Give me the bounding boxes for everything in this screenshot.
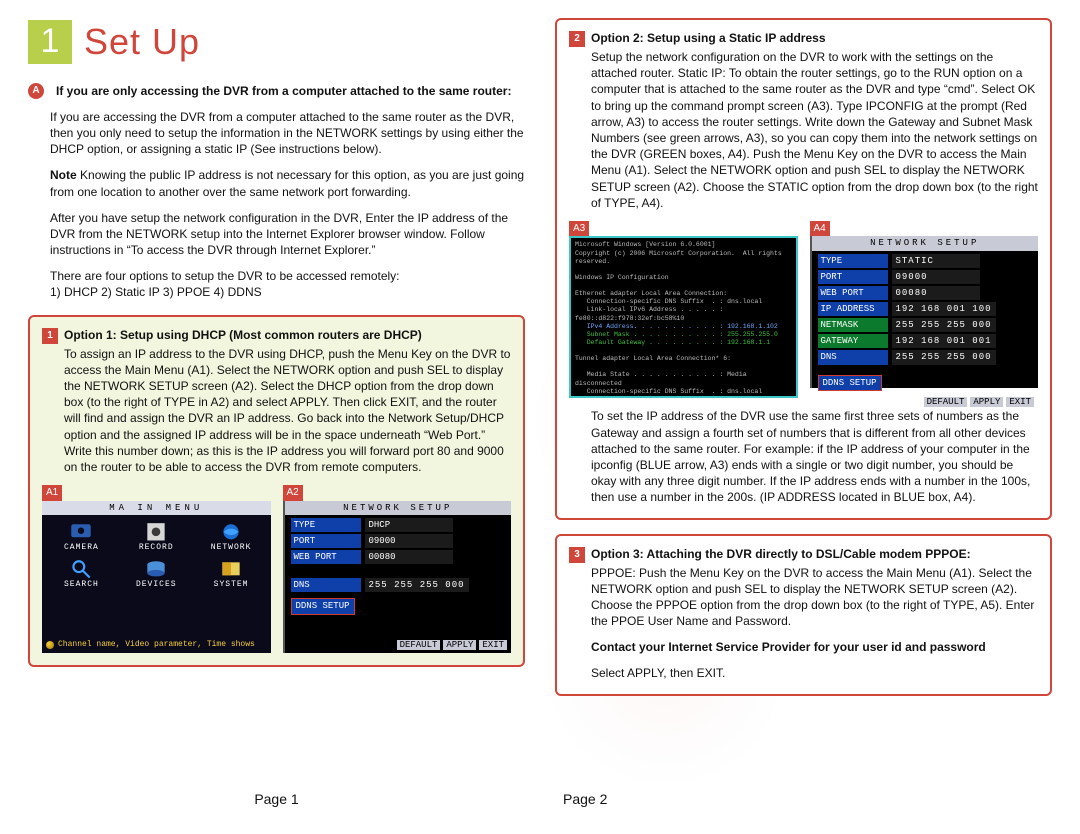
note-label: Note	[50, 168, 77, 182]
cmd-window-mock: Microsoft Windows [Version 6.0.6001] Cop…	[569, 236, 798, 398]
option-2-body: Setup the network configuration on the D…	[591, 49, 1038, 211]
note-text: Knowing the public IP address is not nec…	[50, 168, 524, 198]
page-2: 2 Option 2: Setup using a Static IP addr…	[555, 18, 1052, 809]
ns-value: DHCP	[365, 518, 453, 532]
menu-label: SEARCH	[64, 580, 99, 591]
network-setup-a4-title: NETWORK SETUP	[812, 236, 1039, 250]
ns-value: 09000	[365, 534, 453, 548]
menu-icon	[218, 558, 244, 578]
ns-label: NETMASK	[818, 318, 888, 332]
ns-label: DNS	[818, 350, 888, 364]
option-1-body: To assign an IP address to the DVR using…	[64, 346, 511, 476]
option-3-marker: 3	[569, 547, 585, 563]
page-2-footer: Page 2	[555, 782, 1052, 809]
ns-value: 192 168 001 100	[892, 302, 996, 316]
ns-value: 00080	[365, 550, 453, 564]
section-a-note: Note Knowing the public IP address is no…	[50, 167, 525, 199]
menu-icon	[143, 558, 169, 578]
main-menu-title: MA IN MENU	[42, 501, 271, 515]
menu-label: CAMERA	[64, 543, 99, 554]
menu-icon	[218, 521, 244, 541]
ns-value: 192 168 001 001	[892, 334, 996, 348]
ns-label: IP ADDRESS	[818, 302, 888, 316]
main-menu-item: CAMERA	[46, 521, 117, 554]
chapter-number-box: 1	[28, 20, 72, 64]
page-1-footer: Page 1	[28, 782, 525, 809]
network-setup-title: NETWORK SETUP	[285, 501, 512, 515]
ns-label: TYPE	[291, 518, 361, 532]
ns-value: 00080	[892, 286, 980, 300]
ns-button: DEFAULT	[924, 397, 968, 407]
ns-label: PORT	[291, 534, 361, 548]
option-2-screenshots: A3 Microsoft Windows [Version 6.0.6001] …	[569, 221, 1038, 399]
network-setup-a2: NETWORK SETUP TYPE DHCP PORT 09000 WEB PORT 0…	[283, 501, 512, 653]
dns-value: 255 255 255 000	[365, 578, 469, 592]
ns-value: 09000	[892, 270, 980, 284]
section-a-heading: A If you are only accessing the DVR from…	[28, 83, 525, 99]
dns-label: DNS	[291, 578, 361, 592]
ns-button: APPLY	[443, 640, 476, 650]
option-2-card: 2 Option 2: Setup using a Static IP addr…	[555, 18, 1052, 520]
option-1-screenshots: A1 MA IN MENU CAMERA RECORD NETWORK SEARCH D…	[42, 485, 511, 653]
a4-tag: A4	[810, 221, 830, 237]
section-a-paragraph-1: If you are accessing the DVR from a comp…	[50, 109, 525, 158]
ddns-setup-button: DDNS SETUP	[291, 598, 355, 614]
ns-label: WEB PORT	[291, 550, 361, 564]
screenshot-a4: A4 NETWORK SETUP TYPE STATIC PORT 09000 WEB …	[810, 221, 1039, 399]
option-2-title: Option 2: Setup using a Static IP addres…	[591, 30, 826, 46]
option-3-card: 3 Option 3: Attaching the DVR directly t…	[555, 534, 1052, 696]
a3-tag: A3	[569, 221, 589, 237]
ns-button: DEFAULT	[397, 640, 441, 650]
chapter-header: 1 Set Up	[28, 18, 525, 67]
main-menu-item: RECORD	[121, 521, 192, 554]
ns-button: APPLY	[970, 397, 1003, 407]
menu-icon	[143, 521, 169, 541]
ns-value: STATIC	[892, 254, 980, 268]
ns-label: GATEWAY	[818, 334, 888, 348]
document-spread: 1 Set Up A If you are only accessing the…	[0, 0, 1080, 834]
a2-tag: A2	[283, 485, 303, 501]
ns-label: PORT	[818, 270, 888, 284]
section-a-marker: A	[28, 83, 44, 99]
section-a-title: If you are only accessing the DVR from a…	[56, 83, 511, 99]
main-menu-item: NETWORK	[196, 521, 267, 554]
ddns-setup-button-a4: DDNS SETUP	[818, 375, 882, 391]
option-3-body: PPPOE: Push the Menu Key on the DVR to a…	[591, 565, 1038, 630]
screenshot-a1: A1 MA IN MENU CAMERA RECORD NETWORK SEARCH D…	[42, 485, 271, 653]
chapter-title: Set Up	[84, 18, 200, 67]
page-1: 1 Set Up A If you are only accessing the…	[28, 18, 525, 809]
option-1-card: 1 Option 1: Setup using DHCP (Most commo…	[28, 315, 525, 667]
menu-label: NETWORK	[211, 543, 252, 554]
main-menu-item: DEVICES	[121, 558, 192, 591]
ns-label: WEB PORT	[818, 286, 888, 300]
section-a-paragraph-2: After you have setup the network configu…	[50, 210, 525, 259]
ns-button: EXIT	[479, 640, 507, 650]
menu-icon	[68, 558, 94, 578]
screenshot-a3: A3 Microsoft Windows [Version 6.0.6001] …	[569, 221, 798, 399]
menu-label: SYSTEM	[214, 580, 249, 591]
a1-tag: A1	[42, 485, 62, 501]
option-2-marker: 2	[569, 31, 585, 47]
option-3-contact: Contact your Internet Service Provider f…	[591, 639, 1038, 655]
screenshot-a2: A2 NETWORK SETUP TYPE DHCP PORT 09000 WEB PO…	[283, 485, 512, 653]
ns-label: TYPE	[818, 254, 888, 268]
menu-label: RECORD	[139, 543, 174, 554]
ns-value: 255 255 255 000	[892, 318, 996, 332]
ns-button: EXIT	[1006, 397, 1034, 407]
option-3-title: Option 3: Attaching the DVR directly to …	[591, 546, 971, 562]
section-a-paragraph-3: There are four options to setup the DVR …	[50, 268, 525, 300]
network-setup-a4: NETWORK SETUP TYPE STATIC PORT 09000 WEB POR…	[810, 236, 1039, 388]
option-1-title: Option 1: Setup using DHCP (Most common …	[64, 327, 422, 343]
main-menu-footer: Channel name, Video parameter, Time show…	[42, 638, 271, 653]
menu-label: DEVICES	[136, 580, 177, 591]
option-3-final: Select APPLY, then EXIT.	[591, 665, 1038, 681]
ns-value: 255 255 255 000	[892, 350, 996, 364]
menu-icon	[68, 521, 94, 541]
option-2-body-2: To set the IP address of the DVR use the…	[591, 408, 1038, 505]
main-menu-item: SYSTEM	[196, 558, 267, 591]
option-1-marker: 1	[42, 328, 58, 344]
main-menu-item: SEARCH	[46, 558, 117, 591]
main-menu-mock: MA IN MENU CAMERA RECORD NETWORK SEARCH DEVI…	[42, 501, 271, 653]
